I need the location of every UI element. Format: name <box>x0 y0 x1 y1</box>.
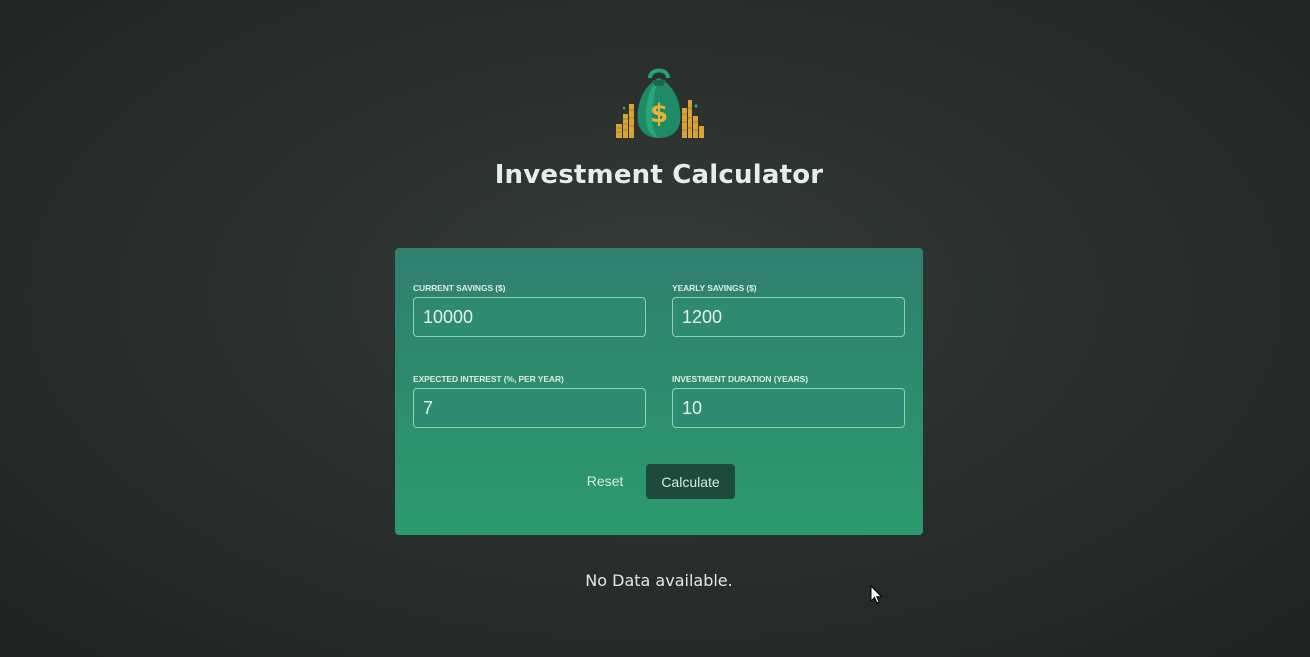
yearly-savings-label: YEARLY SAVINGS ($) <box>672 283 757 293</box>
expected-interest-input[interactable] <box>413 388 646 428</box>
investment-duration-group: INVESTMENT DURATION (YEARS) <box>672 373 905 428</box>
current-savings-group: CURRENT SAVINGS ($) <box>413 282 646 337</box>
expected-interest-group: EXPECTED INTEREST (%, PER YEAR) <box>413 373 646 428</box>
mouse-pointer-icon <box>870 585 883 604</box>
calculate-button[interactable]: Calculate <box>646 464 735 499</box>
investment-duration-label: INVESTMENT DURATION (YEARS) <box>672 374 808 384</box>
page-title: Investment Calculator <box>494 160 824 190</box>
yearly-savings-input[interactable] <box>672 297 905 337</box>
investment-duration-input[interactable] <box>672 388 905 428</box>
current-savings-label: CURRENT SAVINGS ($) <box>413 283 506 293</box>
money-bag-icon: $ <box>616 68 704 138</box>
svg-text:$: $ <box>650 99 668 129</box>
no-data-message: No Data available. <box>585 571 733 590</box>
current-savings-input[interactable] <box>413 297 646 337</box>
yearly-savings-group: YEARLY SAVINGS ($) <box>672 282 905 337</box>
reset-button[interactable]: Reset <box>577 464 633 498</box>
investment-form: CURRENT SAVINGS ($) YEARLY SAVINGS ($) E… <box>395 248 923 535</box>
expected-interest-label: EXPECTED INTEREST (%, PER YEAR) <box>413 374 564 384</box>
